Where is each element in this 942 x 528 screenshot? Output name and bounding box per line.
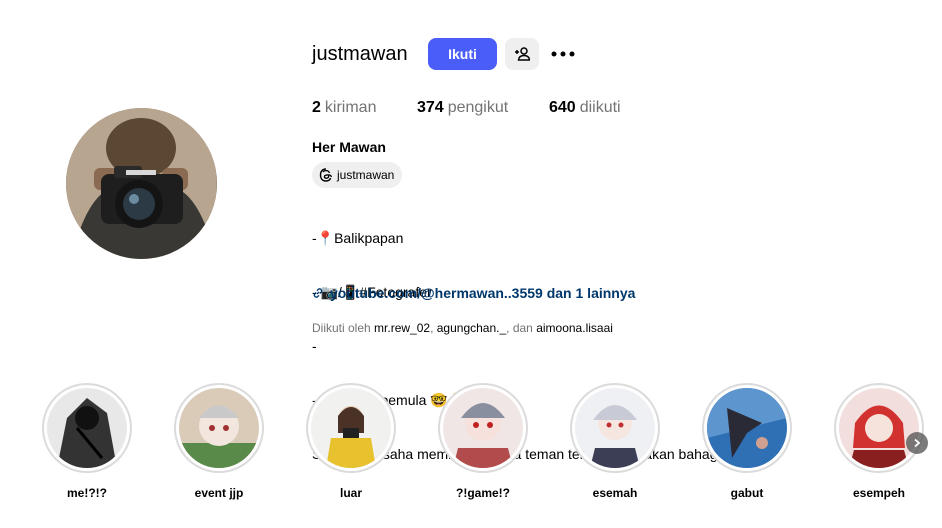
highlight-ring: [834, 383, 924, 473]
highlight-label: ?!game!?: [456, 486, 510, 500]
highlight-ring: [42, 383, 132, 473]
more-dots-icon: [551, 51, 575, 57]
bio-line: -📍Balikpapan: [312, 230, 404, 246]
posts-label: kiriman: [324, 99, 377, 116]
profile-avatar[interactable]: [66, 108, 217, 259]
follower-name[interactable]: mr.rew_02: [374, 321, 430, 335]
link-icon: [313, 288, 323, 298]
posts-count: 2 kiriman: [312, 98, 417, 118]
highlight-cover: [47, 388, 127, 468]
highlight-ring: [702, 383, 792, 473]
threads-icon: [319, 168, 332, 182]
highlight-label: luar: [339, 486, 362, 500]
threads-handle: justmawan: [337, 168, 395, 182]
posts-number: 2: [312, 99, 321, 116]
highlight-label: event jjp: [194, 486, 244, 500]
add-person-icon: [515, 47, 530, 61]
suggested-users-button[interactable]: [505, 38, 539, 70]
highlight-cover: [575, 388, 655, 468]
followers-number: 374: [417, 99, 444, 116]
highlight-label: esemah: [592, 486, 638, 500]
follow-button[interactable]: Ikuti: [428, 38, 497, 70]
highlight-item[interactable]: me!?!?: [42, 383, 132, 501]
highlight-ring: [306, 383, 396, 473]
followers-label: pengikut: [447, 99, 509, 116]
follower-name[interactable]: aimoona.lisaai: [536, 321, 613, 335]
highlight-cover: [839, 388, 919, 468]
highlight-cover: [707, 388, 787, 468]
bio-line: -: [312, 338, 317, 354]
following-label: diikuti: [579, 99, 621, 116]
highlight-label: gabut: [730, 486, 764, 500]
highlight-ring: [570, 383, 660, 473]
follower-name[interactable]: agungchan._: [437, 321, 506, 335]
bio-link[interactable]: youtube.com/@hermawan..3559 dan 1 lainny…: [312, 284, 635, 302]
and-word: dan: [512, 321, 533, 335]
profile-username: justmawan: [312, 43, 408, 65]
highlight-cover: [443, 388, 523, 468]
highlight-item[interactable]: ?!game!?: [438, 383, 528, 501]
highlights-next-button[interactable]: [906, 432, 928, 454]
chevron-right-icon: [914, 438, 921, 448]
following-count[interactable]: 640 diikuti: [549, 98, 621, 118]
highlight-item[interactable]: luar: [306, 383, 396, 501]
followed-by[interactable]: Diikuti oleh mr.rew_02, agungchan._, dan…: [312, 320, 613, 336]
highlight-ring: [174, 383, 264, 473]
following-number: 640: [549, 99, 576, 116]
highlight-cover: [179, 388, 259, 468]
profile-full-name: Her Mawan: [312, 139, 386, 155]
highlight-item[interactable]: gabut: [702, 383, 792, 501]
bio-link-text: youtube.com/@hermawan..3559 dan 1 lainny…: [330, 285, 636, 301]
more-options-button[interactable]: [549, 42, 577, 66]
profile-stats: 2 kiriman 374 pengikut 640 diikuti: [312, 98, 621, 118]
highlight-item[interactable]: event jjp: [174, 383, 264, 501]
highlight-ring: [438, 383, 528, 473]
highlight-label: esempeh: [852, 486, 906, 500]
highlight-cover: [311, 388, 391, 468]
story-highlights: me!?!? event jjp luar ?!game!? esemah ga…: [0, 383, 942, 503]
threads-badge[interactable]: justmawan: [312, 162, 403, 188]
followed-by-prefix: Diikuti oleh: [312, 321, 371, 335]
highlight-label: me!?!?: [67, 486, 107, 500]
followers-count[interactable]: 374 pengikut: [417, 98, 549, 118]
highlight-item[interactable]: esemah: [570, 383, 660, 501]
